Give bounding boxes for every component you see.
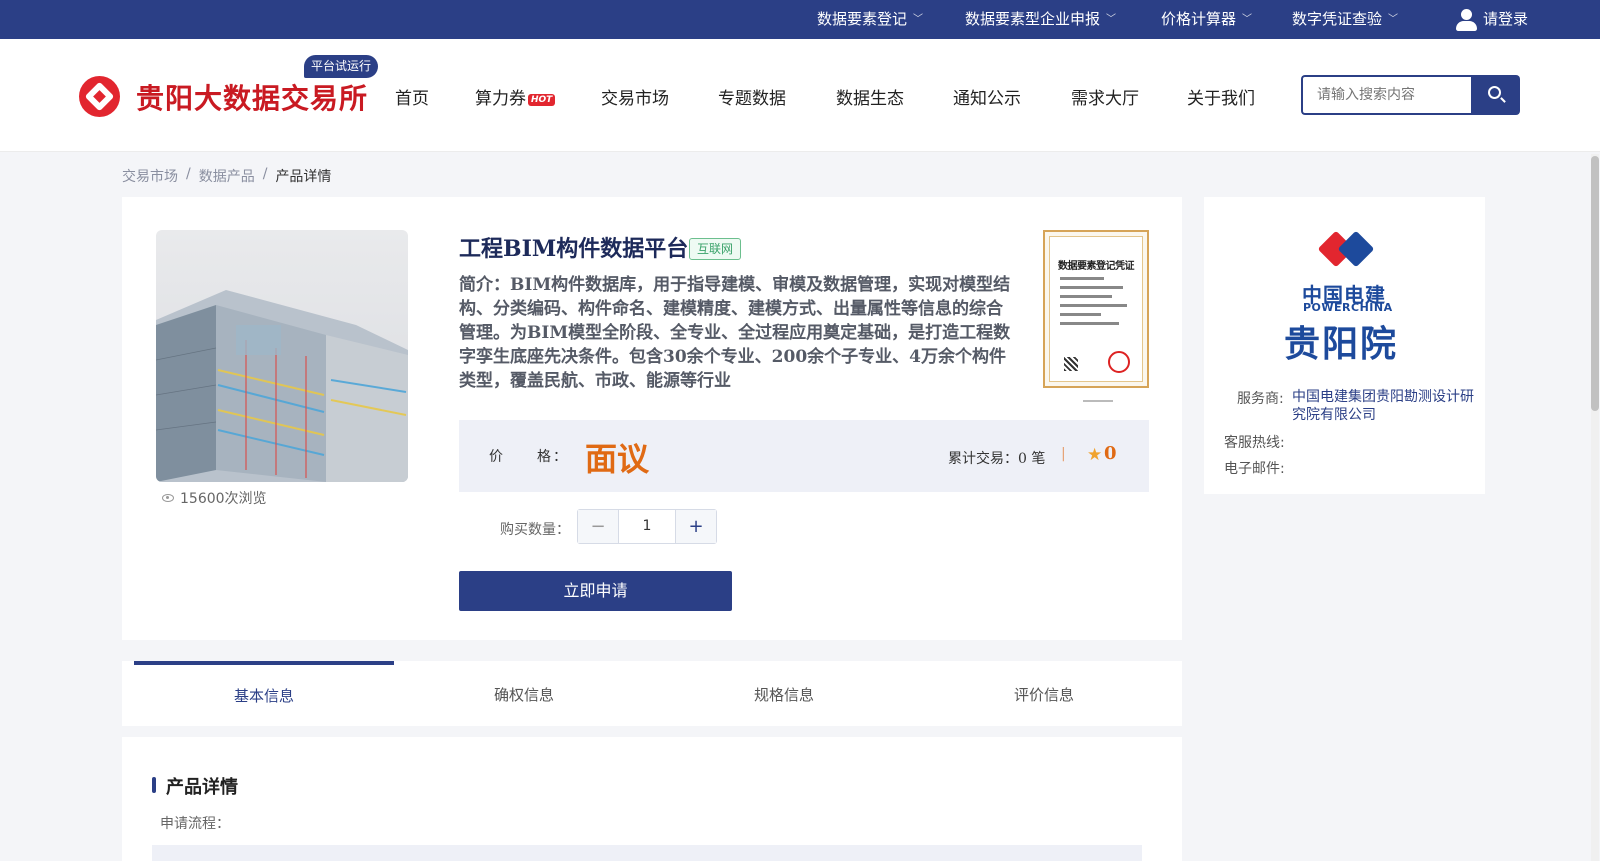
nav-topic-data[interactable]: 专题数据 [718, 84, 786, 109]
powerchina-logo-icon [1317, 230, 1375, 274]
vendor-logo-org: 贵阳院 [1284, 324, 1399, 365]
section-subtitle: 申请流程： [160, 816, 230, 832]
apply-now-button[interactable]: 立即申请 [459, 571, 732, 611]
hotline-label: 客服热线: [1224, 435, 1285, 451]
topbar-item-label: 数据要素登记 [817, 10, 908, 28]
site-logo-text[interactable]: 贵阳大数据交易所 [136, 77, 368, 117]
search-icon [1488, 86, 1501, 99]
trial-badge: 平台试运行 [304, 55, 379, 78]
tab-basic-info[interactable]: 基本信息 [134, 661, 394, 726]
tab-review-info[interactable]: 评价信息 [914, 661, 1174, 726]
breadcrumb-separator: / [262, 166, 268, 182]
seal-icon [1108, 351, 1130, 373]
divider: | [1061, 446, 1066, 462]
rating-value: 0 [1104, 443, 1117, 464]
breadcrumb-market[interactable]: 交易市场 [122, 166, 178, 186]
breadcrumb-data-products[interactable]: 数据产品 [199, 166, 255, 186]
product-image [156, 230, 408, 482]
chevron-down-icon: ﹀ [1106, 14, 1117, 25]
eye-icon [162, 494, 174, 502]
nav-notices[interactable]: 通知公示 [953, 84, 1021, 109]
nav-demand-hall[interactable]: 需求大厅 [1071, 84, 1139, 109]
chevron-down-icon: ﹀ [1388, 14, 1399, 25]
section-title: 产品详情 [166, 777, 238, 798]
breadcrumb: 交易市场 / 数据产品 / 产品详情 [122, 166, 331, 186]
breadcrumb-current: 产品详情 [275, 169, 332, 185]
site-header: 贵阳大数据交易所 平台试运行 首页 算力券 HOT 交易市场 专题数据 数据生态 … [0, 39, 1600, 152]
vendor-card: 中国电建 POWERCHINA 贵阳院 服务商: 中国电建集团贵阳勘测设计研究院… [1204, 197, 1485, 494]
certificate-text-lines [1060, 277, 1134, 331]
nav-ecosystem[interactable]: 数据生态 [836, 84, 904, 109]
topbar-item-label: 数据要素型企业申报 [965, 10, 1101, 28]
carousel-indicator[interactable] [1083, 400, 1113, 402]
qr-code-icon [1064, 357, 1078, 371]
plus-icon: + [688, 516, 704, 537]
login-label: 请登录 [1483, 10, 1529, 28]
scrollbar-thumb[interactable] [1591, 156, 1599, 411]
breadcrumb-separator: / [186, 166, 191, 182]
view-count: 15600次浏览 [162, 488, 267, 508]
price-panel: 价 格： 面议 累计交易：0 笔 | ★ 0 [459, 420, 1149, 492]
product-description: 简介：BIM构件数据库，用于指导建模、审模及数据管理，实现对模型结构、分类编码、… [459, 275, 1011, 391]
vendor-logo-en: POWERCHINA [1303, 301, 1393, 314]
user-icon [1455, 7, 1477, 33]
nav-home[interactable]: 首页 [395, 84, 429, 109]
topbar-item-label: 价格计算器 [1161, 10, 1237, 28]
price-label: 价 格： [489, 449, 569, 465]
topbar-item-enterprise-declaration[interactable]: 数据要素型企业申报 ﹀ [965, 0, 1116, 39]
category-tag: 互联网 [689, 238, 742, 260]
view-count-text: 15600次浏览 [180, 491, 267, 507]
increment-button[interactable]: + [675, 510, 716, 543]
product-title: 工程BIM构件数据平台 [459, 236, 689, 262]
product-details-section: 产品详情 申请流程： [122, 737, 1182, 861]
trade-count: 累计交易：0 笔 [948, 451, 1046, 467]
chevron-down-icon: ﹀ [913, 14, 924, 25]
minus-icon: − [590, 516, 606, 537]
nav-label: 算力券 [475, 89, 526, 109]
hot-badge-icon: HOT [528, 94, 556, 106]
topbar-item-certificate-check[interactable]: 数字凭证查验 ﹀ [1292, 0, 1398, 39]
quantity-value[interactable]: 1 [619, 510, 675, 543]
top-utility-bar: 数据要素登记 ﹀ 数据要素型企业申报 ﹀ 价格计算器 ﹀ 数字凭证查验 ﹀ 请登… [0, 0, 1600, 39]
page-scrollbar[interactable] [1591, 154, 1599, 861]
tab-spec-info[interactable]: 规格信息 [654, 661, 914, 726]
chevron-down-icon: ﹀ [1242, 14, 1253, 25]
detail-tabs: 基本信息 确权信息 规格信息 评价信息 [122, 661, 1182, 726]
search-input[interactable] [1301, 75, 1471, 115]
quantity-stepper: − 1 + [577, 509, 717, 544]
nav-about[interactable]: 关于我们 [1187, 84, 1255, 109]
decrement-button[interactable]: − [578, 510, 619, 543]
search-button[interactable] [1471, 75, 1520, 115]
nav-compute-voucher[interactable]: 算力券 HOT [475, 84, 556, 109]
email-label: 电子邮件: [1224, 461, 1285, 477]
process-block [152, 845, 1142, 861]
star-icon: ★ [1087, 445, 1103, 465]
exchange-logo-icon[interactable] [79, 76, 120, 117]
provider-value[interactable]: 中国电建集团贵阳勘测设计研究院有限公司 [1292, 388, 1477, 424]
nav-market[interactable]: 交易市场 [601, 84, 669, 109]
product-card: 15600次浏览 工程BIM构件数据平台 互联网 简介：BIM构件数据库，用于指… [122, 197, 1182, 640]
price-value: 面议 [585, 440, 650, 478]
login-link[interactable]: 请登录 [1455, 0, 1528, 39]
registration-certificate[interactable]: 数据要素登记凭证 [1043, 230, 1149, 388]
topbar-item-label: 数字凭证查验 [1292, 10, 1383, 28]
certificate-title: 数据要素登记凭证 [1058, 261, 1135, 272]
quantity-label: 购买数量： [500, 522, 570, 538]
topbar-item-data-registration[interactable]: 数据要素登记 ﹀ [817, 0, 923, 39]
topbar-item-price-calculator[interactable]: 价格计算器 ﹀ [1161, 0, 1252, 39]
provider-label: 服务商: [1237, 391, 1284, 407]
tab-rights-info[interactable]: 确权信息 [394, 661, 654, 726]
section-accent-bar [152, 777, 156, 793]
